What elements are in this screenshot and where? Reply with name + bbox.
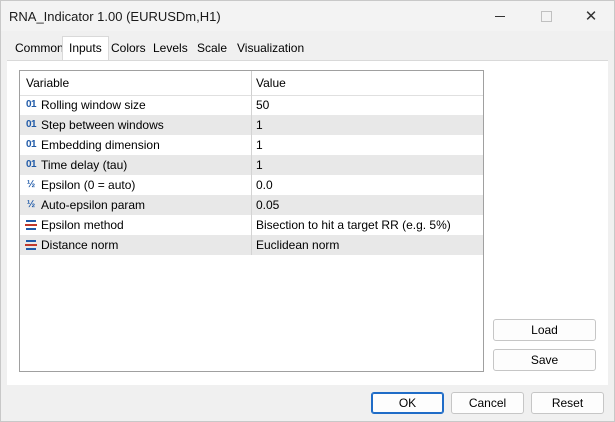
variable-value[interactable]: 0.05 (256, 198, 279, 212)
tab-strip: Common Inputs Colors Levels Scale Visual… (7, 36, 609, 61)
tab-colors[interactable]: Colors (105, 38, 152, 60)
cell-divider (251, 175, 252, 195)
title-bar[interactable]: RNA_Indicator 1.00 (EURUSDm,H1) ✕ (1, 1, 614, 31)
table-row[interactable]: 01 Time delay (tau) 1 (20, 155, 483, 175)
table-row[interactable]: Epsilon method Bisection to hit a target… (20, 215, 483, 235)
cell-divider (251, 135, 252, 155)
cell-divider (251, 195, 252, 215)
column-header-variable[interactable]: Variable (26, 76, 69, 90)
double-icon: ½ (26, 179, 36, 190)
column-divider[interactable] (251, 71, 252, 95)
column-header-value[interactable]: Value (256, 76, 286, 90)
tab-common[interactable]: Common (9, 38, 70, 60)
variable-value[interactable]: 50 (256, 98, 269, 112)
maximize-button (523, 1, 569, 31)
cell-divider (251, 115, 252, 135)
maximize-icon (540, 10, 552, 22)
variable-name: Rolling window size (41, 98, 146, 112)
integer-icon: 01 (25, 139, 37, 150)
cell-divider (251, 155, 252, 175)
tab-inputs[interactable]: Inputs (62, 36, 109, 61)
minimize-button[interactable] (477, 1, 523, 31)
cell-divider (251, 95, 252, 115)
variable-name: Epsilon method (41, 218, 124, 232)
table-row[interactable]: Distance norm Euclidean norm (20, 235, 483, 255)
load-button[interactable]: Load (493, 319, 596, 341)
variable-value[interactable]: 1 (256, 158, 263, 172)
ok-button[interactable]: OK (371, 392, 444, 414)
save-button[interactable]: Save (493, 349, 596, 371)
integer-icon: 01 (25, 119, 37, 130)
variable-value[interactable]: 1 (256, 118, 263, 132)
variable-name: Epsilon (0 = auto) (41, 178, 136, 192)
tab-visualization[interactable]: Visualization (231, 38, 310, 60)
variable-value[interactable]: Euclidean norm (256, 238, 339, 252)
variable-name: Distance norm (41, 238, 119, 252)
variable-value[interactable]: 1 (256, 138, 263, 152)
variable-name: Auto-epsilon param (41, 198, 146, 212)
window-title: RNA_Indicator 1.00 (EURUSDm,H1) (9, 9, 221, 24)
close-icon: ✕ (584, 8, 598, 25)
inputs-grid: Variable Value 01 Rolling window size 50… (19, 70, 484, 372)
tab-levels[interactable]: Levels (147, 38, 194, 60)
table-row[interactable]: 01 Rolling window size 50 (20, 95, 483, 115)
cell-divider (251, 215, 252, 235)
table-row[interactable]: ½ Epsilon (0 = auto) 0.0 (20, 175, 483, 195)
reset-button[interactable]: Reset (531, 392, 604, 414)
table-row[interactable]: 01 Step between windows 1 (20, 115, 483, 135)
tab-scale[interactable]: Scale (191, 38, 233, 60)
variable-value[interactable]: Bisection to hit a target RR (e.g. 5%) (256, 218, 451, 232)
integer-icon: 01 (25, 99, 37, 110)
integer-icon: 01 (25, 159, 37, 170)
enum-icon (24, 218, 38, 232)
dialog-window: RNA_Indicator 1.00 (EURUSDm,H1) ✕ Common… (0, 0, 615, 422)
cancel-button[interactable]: Cancel (451, 392, 524, 414)
variable-name: Time delay (tau) (41, 158, 128, 172)
variable-value[interactable]: 0.0 (256, 178, 273, 192)
table-row[interactable]: ½ Auto-epsilon param 0.05 (20, 195, 483, 215)
double-icon: ½ (26, 199, 36, 210)
variable-name: Step between windows (41, 118, 164, 132)
table-row[interactable]: 01 Embedding dimension 1 (20, 135, 483, 155)
minimize-icon (495, 15, 505, 17)
close-button[interactable]: ✕ (568, 1, 614, 31)
variable-name: Embedding dimension (41, 138, 160, 152)
enum-icon (24, 238, 38, 252)
cell-divider (251, 235, 252, 255)
inputs-panel: Variable Value 01 Rolling window size 50… (7, 60, 608, 385)
grid-header: Variable Value (20, 71, 483, 96)
